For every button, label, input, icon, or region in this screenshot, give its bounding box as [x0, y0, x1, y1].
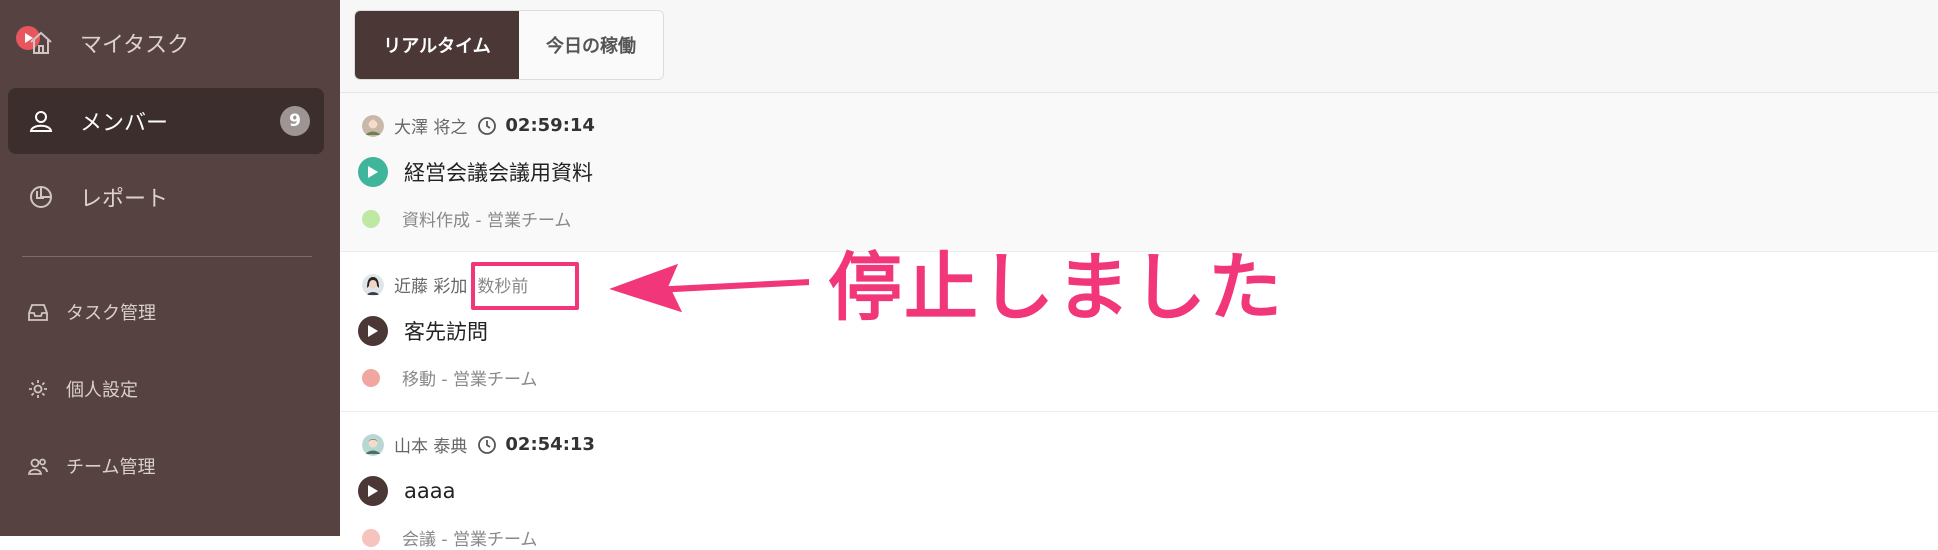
elapsed-time: 02:54:13 — [505, 434, 595, 455]
project-name: 資料作成 - 営業チーム — [402, 211, 572, 231]
sidebar-item-reports[interactable]: レポート — [8, 164, 324, 230]
gear-icon — [26, 377, 50, 401]
elapsed-time: 02:59:14 — [505, 115, 595, 136]
sidebar-item-team-management[interactable]: チーム管理 — [26, 446, 155, 486]
avatar — [362, 433, 384, 456]
pie-chart-icon — [26, 182, 56, 212]
annotation-highlight-box — [471, 262, 579, 310]
avatar — [362, 273, 384, 296]
member-activity-row: 山本 泰典 02:54:13 aaaa 会議 - 営業チーム — [340, 412, 1938, 550]
project-name: 会議 - 営業チーム — [402, 530, 538, 550]
view-toolbar: リアルタイム 今日の稼働 — [340, 0, 1938, 93]
sidebar-item-members[interactable]: メンバー 9 — [8, 88, 324, 154]
person-icon — [26, 106, 56, 136]
project-name: 移動 - 営業チーム — [402, 370, 538, 390]
sidebar-item-label: メンバー — [80, 111, 169, 136]
project-color-dot — [362, 368, 380, 387]
sidebar-item-label: レポート — [80, 187, 169, 212]
tab-realtime[interactable]: リアルタイム — [355, 11, 519, 79]
play-icon[interactable] — [358, 316, 388, 346]
clock-icon — [477, 435, 497, 455]
inbox-icon — [26, 300, 50, 324]
sidebar: マイタスク メンバー 9 レポート タスク管理 個人設定 チーム管理 — [0, 0, 340, 536]
task-name[interactable]: aaaa — [404, 479, 455, 503]
sidebar-item-label: 個人設定 — [66, 380, 138, 401]
people-icon — [26, 454, 50, 478]
play-icon[interactable] — [358, 476, 388, 506]
member-name: 大澤 将之 — [394, 118, 468, 138]
project-color-dot — [362, 209, 380, 228]
sidebar-item-my-tasks[interactable]: マイタスク — [8, 10, 324, 76]
sidebar-item-task-management[interactable]: タスク管理 — [26, 292, 156, 332]
sidebar-item-label: マイタスク — [80, 33, 190, 58]
annotation-arrow-icon — [602, 260, 811, 316]
sidebar-item-label: タスク管理 — [66, 303, 156, 324]
member-name: 近藤 彩加 — [394, 277, 468, 297]
view-tabs: リアルタイム 今日の稼働 — [354, 10, 664, 80]
sidebar-divider — [22, 256, 312, 257]
member-count-badge: 9 — [280, 106, 310, 136]
sidebar-item-personal-settings[interactable]: 個人設定 — [26, 369, 138, 409]
clock-icon — [477, 116, 497, 136]
avatar — [362, 114, 384, 137]
project-color-dot — [362, 528, 380, 547]
task-name[interactable]: 客先訪問 — [404, 316, 488, 346]
sidebar-item-label: チーム管理 — [66, 457, 156, 478]
member-name: 山本 泰典 — [394, 437, 468, 457]
play-icon[interactable] — [358, 157, 388, 187]
home-icon — [26, 28, 56, 58]
annotation-label: 停止しました — [828, 245, 1284, 331]
tab-today-activity[interactable]: 今日の稼働 — [519, 11, 663, 79]
task-name[interactable]: 経営会議会議用資料 — [404, 157, 593, 187]
